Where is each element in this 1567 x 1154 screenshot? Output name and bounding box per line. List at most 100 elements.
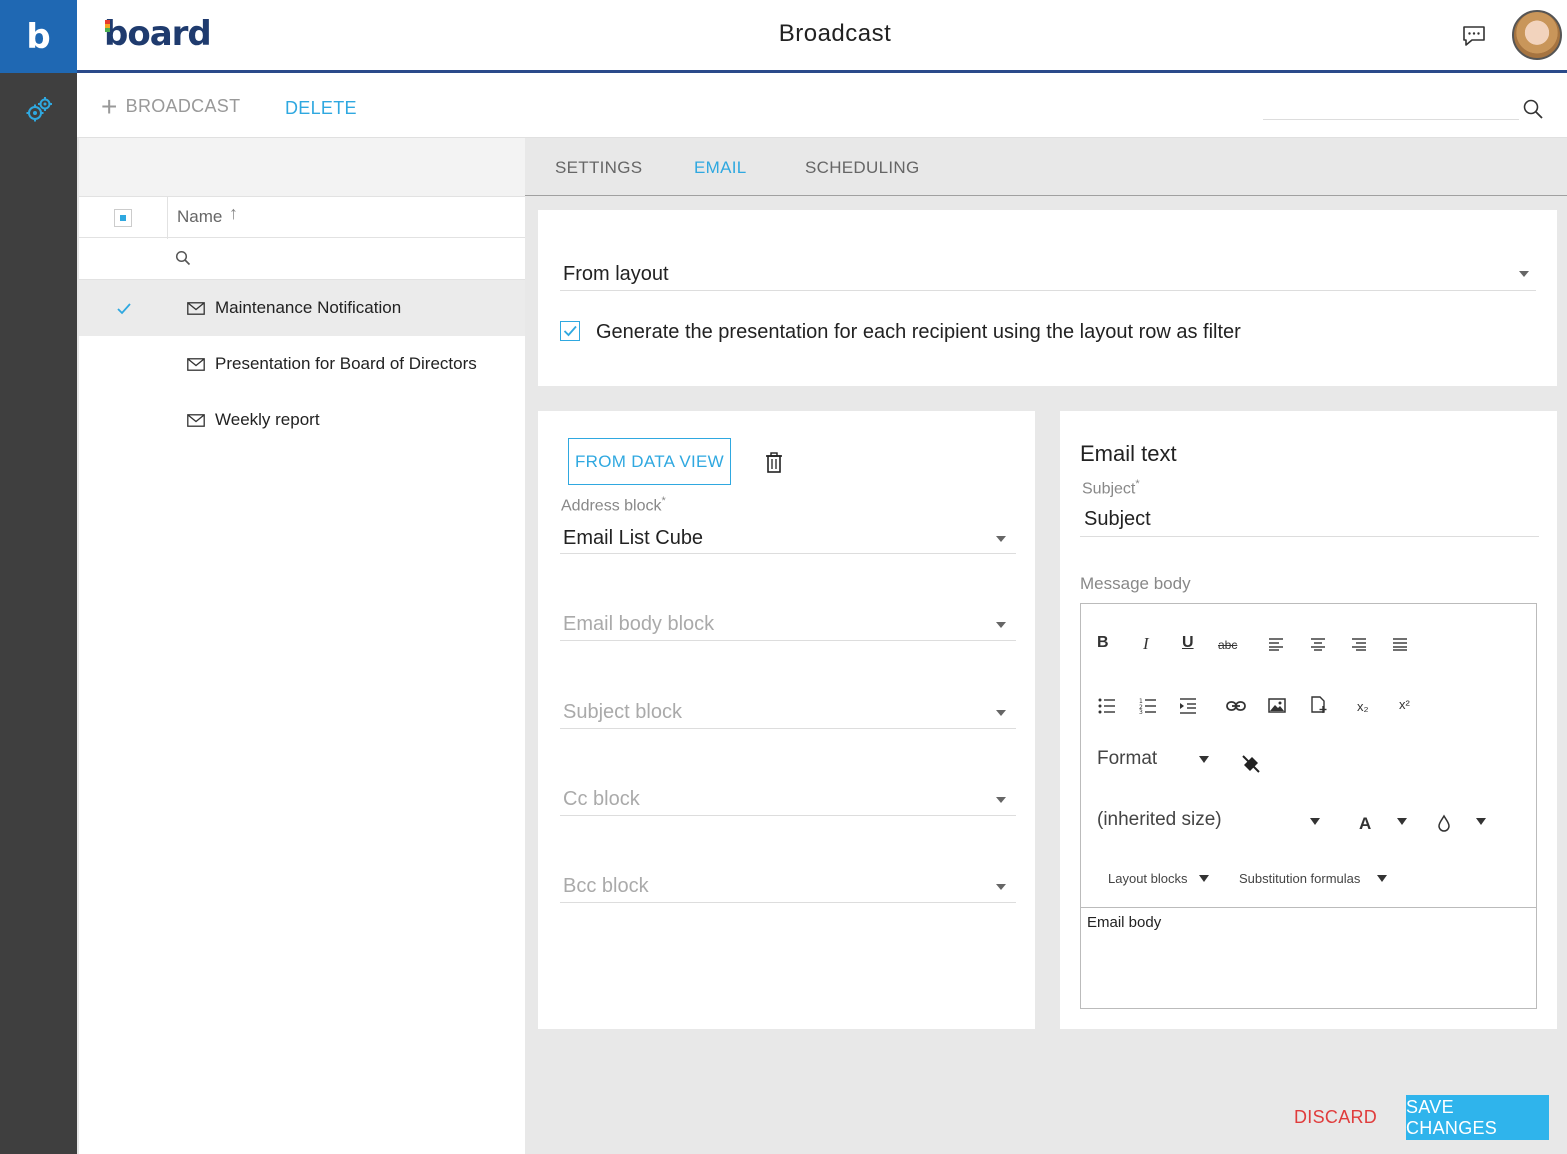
blocks-card: FROM DATA VIEW Address block* Email List… <box>538 411 1035 1029</box>
list-item[interactable]: Presentation for Board of Directors <box>79 336 525 392</box>
left-rail: b <box>0 0 77 1154</box>
page-title: Broadcast <box>778 20 892 47</box>
layout-source-select[interactable] <box>560 256 1536 291</box>
checkbox-checked-icon[interactable] <box>115 300 133 318</box>
list-item-label: Weekly report <box>215 410 320 429</box>
align-justify-icon[interactable] <box>1392 637 1408 651</box>
chevron-down-icon[interactable] <box>1397 818 1407 825</box>
format-dropdown[interactable]: Format <box>1097 748 1157 770</box>
top-header: board Broadcast <box>77 0 1567 73</box>
chevron-down-icon[interactable] <box>1199 875 1209 882</box>
substitution-formulas-dropdown[interactable]: Substitution formulas <box>1239 871 1360 886</box>
font-size-dropdown[interactable]: (inherited size) <box>1097 809 1222 831</box>
gear-icon[interactable] <box>24 95 54 125</box>
remove-format-icon[interactable] <box>1241 754 1261 774</box>
rich-text-editor: B I U abc 123 x₂ x² Format (inherited si… <box>1080 603 1537 1009</box>
trash-icon[interactable] <box>765 452 783 474</box>
align-right-icon[interactable] <box>1351 637 1367 651</box>
chevron-down-icon[interactable] <box>996 710 1006 716</box>
align-center-icon[interactable] <box>1310 637 1326 651</box>
required-mark: * <box>661 495 666 507</box>
list-header: Name ↑ <box>79 196 525 239</box>
required-mark: * <box>1135 478 1140 490</box>
filter-checkbox[interactable] <box>560 321 580 341</box>
chevron-down-icon[interactable] <box>996 536 1006 542</box>
numbered-list-icon[interactable]: 123 <box>1139 698 1157 714</box>
plus-icon: + <box>101 90 118 122</box>
logo-letter: b <box>26 16 51 57</box>
list-item[interactable]: Maintenance Notification <box>79 280 525 336</box>
bulleted-list-icon[interactable] <box>1098 698 1116 714</box>
font-color-button[interactable]: A <box>1359 814 1371 834</box>
sort-arrow-icon[interactable]: ↑ <box>229 203 238 224</box>
save-changes-button[interactable]: SAVE CHANGES <box>1406 1095 1549 1140</box>
column-divider <box>167 197 168 239</box>
chevron-down-icon[interactable] <box>1310 818 1320 825</box>
underline-button[interactable]: U <box>1182 634 1194 652</box>
chevron-down-icon[interactable] <box>996 884 1006 890</box>
subject-label: Subject* <box>1082 478 1140 498</box>
list-item-label: Presentation for Board of Directors <box>215 354 477 373</box>
chevron-down-icon[interactable] <box>996 622 1006 628</box>
image-icon[interactable] <box>1268 698 1286 713</box>
envelope-icon <box>187 414 205 427</box>
message-body-label: Message body <box>1080 574 1191 593</box>
chevron-down-icon[interactable] <box>1476 818 1486 825</box>
tab-settings[interactable]: SETTINGS <box>555 158 642 178</box>
chevron-down-icon[interactable] <box>1519 271 1529 277</box>
search-icon <box>175 250 191 266</box>
toolbar: + BROADCAST DELETE <box>77 76 1567 138</box>
bold-button[interactable]: B <box>1097 634 1109 652</box>
list-top-spacer <box>79 138 525 196</box>
tab-email[interactable]: EMAIL <box>694 158 747 178</box>
app-logo[interactable]: b <box>0 0 77 73</box>
superscript-button[interactable]: x² <box>1399 697 1410 712</box>
add-broadcast-button[interactable]: + BROADCAST <box>101 90 241 122</box>
strikethrough-button[interactable]: abc <box>1218 638 1237 652</box>
envelope-icon <box>187 302 205 315</box>
layout-source-card: From layout Generate the presentation fo… <box>538 210 1557 386</box>
subject-block-select[interactable] <box>560 695 1016 729</box>
italic-button[interactable]: I <box>1143 634 1149 654</box>
address-block-label-text: Address block <box>561 497 662 515</box>
from-data-view-button[interactable]: FROM DATA VIEW <box>568 438 731 485</box>
address-block-select[interactable] <box>560 521 1016 554</box>
discard-button[interactable]: DISCARD <box>1294 1107 1377 1128</box>
email-text-card: Email text Subject* Subject Message body… <box>1060 411 1557 1029</box>
indent-icon[interactable] <box>1179 698 1197 714</box>
envelope-icon <box>187 358 205 371</box>
subject-input[interactable] <box>1080 503 1539 537</box>
broadcast-list-pane: Name ↑ Maintenance Notification Presenta… <box>77 138 525 1154</box>
bcc-block-select[interactable] <box>560 869 1016 903</box>
filter-checkbox-label: Generate the presentation for each recip… <box>596 321 1241 343</box>
select-all-checkbox[interactable] <box>114 209 132 227</box>
align-left-icon[interactable] <box>1268 637 1284 651</box>
cc-block-select[interactable] <box>560 782 1016 816</box>
chat-icon[interactable] <box>1460 22 1488 50</box>
layout-blocks-dropdown[interactable]: Layout blocks <box>1108 871 1188 886</box>
checkmark-icon <box>563 325 577 337</box>
add-broadcast-label: BROADCAST <box>125 96 241 116</box>
email-text-title: Email text <box>1080 441 1177 466</box>
tab-scheduling[interactable]: SCHEDULING <box>805 158 919 178</box>
chevron-down-icon[interactable] <box>996 797 1006 803</box>
address-block-label: Address block* <box>561 495 666 515</box>
link-icon[interactable] <box>1226 699 1246 713</box>
list-item[interactable]: Weekly report <box>79 392 525 448</box>
email-body-textarea[interactable]: Email body <box>1081 907 1536 1008</box>
search-input[interactable] <box>1263 98 1519 120</box>
list-filter-row[interactable] <box>79 238 525 280</box>
email-body-block-select[interactable] <box>560 607 1016 641</box>
chevron-down-icon[interactable] <box>1377 875 1387 882</box>
subscript-button[interactable]: x₂ <box>1357 699 1369 714</box>
column-name-header[interactable]: Name <box>177 207 222 227</box>
search-icon[interactable] <box>1522 98 1544 120</box>
user-avatar[interactable] <box>1512 10 1562 60</box>
chevron-down-icon[interactable] <box>1199 756 1209 763</box>
background-color-drop-icon[interactable] <box>1437 814 1451 832</box>
tab-bar: SETTINGS EMAIL SCHEDULING <box>525 138 1567 196</box>
file-add-icon[interactable] <box>1310 696 1328 714</box>
list-item-label: Maintenance Notification <box>215 298 402 317</box>
editor-content: SETTINGS EMAIL SCHEDULING From layout Ge… <box>525 138 1567 1154</box>
delete-button[interactable]: DELETE <box>285 98 357 119</box>
